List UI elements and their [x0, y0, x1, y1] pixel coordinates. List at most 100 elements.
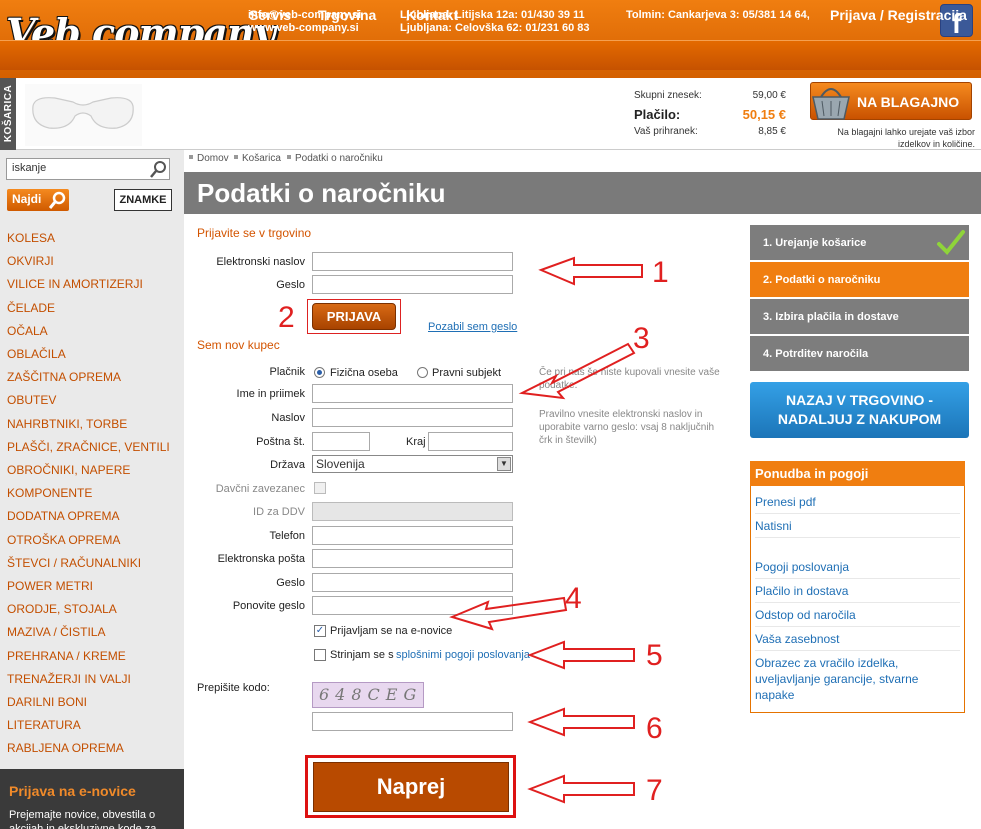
- step-1[interactable]: 1. Urejanje košarice: [750, 225, 969, 260]
- phone-input[interactable]: [312, 526, 513, 545]
- checkmark-icon: [937, 230, 965, 255]
- pay-value: 50,15 €: [742, 107, 786, 122]
- step-2: 2. Podatki o naročniku: [750, 262, 969, 297]
- payer-company-label[interactable]: Pravni subjekt: [432, 367, 501, 379]
- nav-kontakt[interactable]: Kontakt: [406, 7, 458, 23]
- country-select[interactable]: Slovenija: [312, 455, 513, 473]
- tax-payer-checkbox[interactable]: [314, 482, 326, 494]
- reg-password-input[interactable]: [312, 573, 513, 592]
- reg-email-input[interactable]: [312, 549, 513, 568]
- reg-password2-label: Ponovite geslo: [232, 600, 305, 612]
- breadcrumb-bullet: [189, 155, 193, 159]
- sidebar-category-item[interactable]: DARILNI BONI: [7, 695, 87, 709]
- login-heading: Prijavite se v trgovino: [197, 226, 312, 240]
- sidebar-category-item[interactable]: MAZIVA / ČISTILA: [7, 625, 105, 639]
- breadcrumb-cart[interactable]: Košarica: [242, 153, 281, 164]
- sidebar-category-item[interactable]: KOMPONENTE: [7, 486, 92, 500]
- find-button[interactable]: Najdi: [7, 189, 69, 211]
- terms-link[interactable]: splošnimi pogoji poslovanja: [396, 649, 530, 661]
- chevron-down-icon[interactable]: ▼: [497, 457, 511, 471]
- sidebar-category-item[interactable]: VILICE IN AMORTIZERJI: [7, 277, 143, 291]
- address-input[interactable]: [312, 408, 513, 427]
- sidebar-category-item[interactable]: DODATNA OPREMA: [7, 509, 119, 523]
- sidebar-category-item[interactable]: OBROČNIKI, NAPERE: [7, 463, 130, 477]
- nav-trgovina[interactable]: Trgovina: [318, 7, 376, 23]
- help-text-2: Pravilno vnesite elektronski naslov in u…: [539, 409, 715, 446]
- login-password-input[interactable]: [312, 275, 513, 294]
- postcode-label: Poštna št.: [256, 436, 305, 448]
- reg-password2-input[interactable]: [312, 596, 513, 615]
- newsletter-label[interactable]: Prijavljam se na e-novice: [330, 625, 452, 637]
- sidebar-category-item[interactable]: PLAŠČI, ZRAČNICE, VENTILI: [7, 440, 170, 454]
- offer-link-print[interactable]: Natisni: [755, 518, 960, 534]
- terms-prefix: Strinjam se s: [330, 649, 394, 661]
- annotation-6: 6: [646, 712, 663, 745]
- sidebar-category-item[interactable]: PREHRANA / KREME: [7, 649, 126, 663]
- back-to-shop-button[interactable]: NAZAJ V TRGOVINO - NADALJUJ Z NAKUPOM: [750, 382, 969, 438]
- sidebar-category-item[interactable]: LITERATURA: [7, 718, 81, 732]
- offer-separator: [755, 650, 960, 651]
- offer-link-terms[interactable]: Pogoji poslovanja: [755, 559, 960, 575]
- search-icon[interactable]: [150, 160, 168, 178]
- sidebar-category-item[interactable]: POWER METRI: [7, 579, 93, 593]
- arrow-5: [527, 640, 635, 670]
- login-email-input[interactable]: [312, 252, 513, 271]
- sidebar-category-item[interactable]: RABLJENA OPREMA: [7, 741, 124, 755]
- breadcrumb-home[interactable]: Domov: [197, 153, 229, 164]
- cart-tab-label: KOŠARICA: [3, 84, 15, 143]
- sidebar-category-item[interactable]: KOLESA: [7, 231, 55, 245]
- terms-checkbox[interactable]: [314, 649, 326, 661]
- sidebar-category-item[interactable]: OBUTEV: [7, 393, 56, 407]
- step-1-label: 1. Urejanje košarice: [763, 237, 867, 249]
- sidebar-category-item[interactable]: ORODJE, STOJALA: [7, 602, 117, 616]
- next-button[interactable]: Naprej: [313, 762, 509, 812]
- sidebar-category-item[interactable]: OTROŠKA OPREMA: [7, 533, 120, 547]
- newsletter-checkbox[interactable]: ✓: [314, 625, 326, 637]
- sidebar-category-item[interactable]: ČELADE: [7, 301, 55, 315]
- cart-tab[interactable]: KOŠARICA: [0, 78, 16, 150]
- annotation-2: 2: [278, 301, 295, 334]
- checkout-button[interactable]: NA BLAGAJNO: [810, 82, 972, 120]
- vat-input[interactable]: [312, 502, 513, 521]
- login-button[interactable]: PRIJAVA: [312, 303, 396, 330]
- sidebar-category-item[interactable]: OKVIRJI: [7, 254, 54, 268]
- offer-link-payment[interactable]: Plačilo in dostava: [755, 583, 960, 599]
- payer-person-radio[interactable]: [314, 367, 325, 378]
- sidebar-category-item[interactable]: NAHRBTNIKI, TORBE: [7, 417, 127, 431]
- phone-label: Telefon: [269, 530, 305, 542]
- sidebar-category-item[interactable]: TRENAŽERJI IN VALJI: [7, 672, 131, 686]
- sidebar-category-item[interactable]: ZAŠČITNA OPREMA: [7, 370, 121, 384]
- cart-product-image[interactable]: [25, 84, 142, 146]
- city-input[interactable]: [428, 432, 513, 451]
- header-address-3: Tolmin: Cankarjeva 3: 05/381 14 64,: [626, 9, 810, 21]
- search-input[interactable]: iskanje: [6, 158, 170, 180]
- step-divider: [750, 297, 969, 298]
- annotation-5: 5: [646, 639, 663, 672]
- main-nav: [0, 40, 981, 70]
- sidebar-category-item[interactable]: OBLAČILA: [7, 347, 66, 361]
- page-title: Podatki o naročniku: [197, 178, 446, 208]
- annotation-1: 1: [652, 256, 669, 289]
- brands-button[interactable]: ZNAMKE: [114, 189, 172, 211]
- postcode-input[interactable]: [312, 432, 370, 451]
- captcha-input[interactable]: [312, 712, 513, 731]
- sidebar-category-item[interactable]: ŠTEVCI / RAČUNALNIKI: [7, 556, 141, 570]
- offer-link-privacy[interactable]: Vaša zasebnost: [755, 631, 960, 647]
- header-web[interactable]: www.veb-company.si: [248, 22, 359, 35]
- offer-link-return-form[interactable]: Obrazec za vračilo izdelka, uveljavljanj…: [755, 655, 960, 703]
- login-email-label: Elektronski naslov: [216, 256, 305, 268]
- newsletter-title[interactable]: Prijava na e-novice: [9, 783, 136, 799]
- offer-link-withdrawal[interactable]: Odstop od naročila: [755, 607, 960, 623]
- offer-link-pdf[interactable]: Prenesi pdf: [755, 494, 960, 510]
- forgot-password-link[interactable]: Pozabil sem geslo: [428, 321, 517, 333]
- login-register-link[interactable]: Prijava / Registracija: [830, 7, 967, 23]
- payer-company-radio[interactable]: [417, 367, 428, 378]
- sidebar-category-item[interactable]: OČALA: [7, 324, 48, 338]
- name-input[interactable]: [312, 384, 513, 403]
- register-heading: Sem nov kupec: [197, 338, 280, 352]
- newsletter-text: Prejemajte novice, obvestila o akcijah i…: [9, 809, 157, 829]
- step-divider: [750, 334, 969, 335]
- arrow-7: [527, 774, 635, 804]
- payer-person-label[interactable]: Fizična oseba: [330, 367, 398, 379]
- nav-servis[interactable]: Servis: [249, 7, 291, 23]
